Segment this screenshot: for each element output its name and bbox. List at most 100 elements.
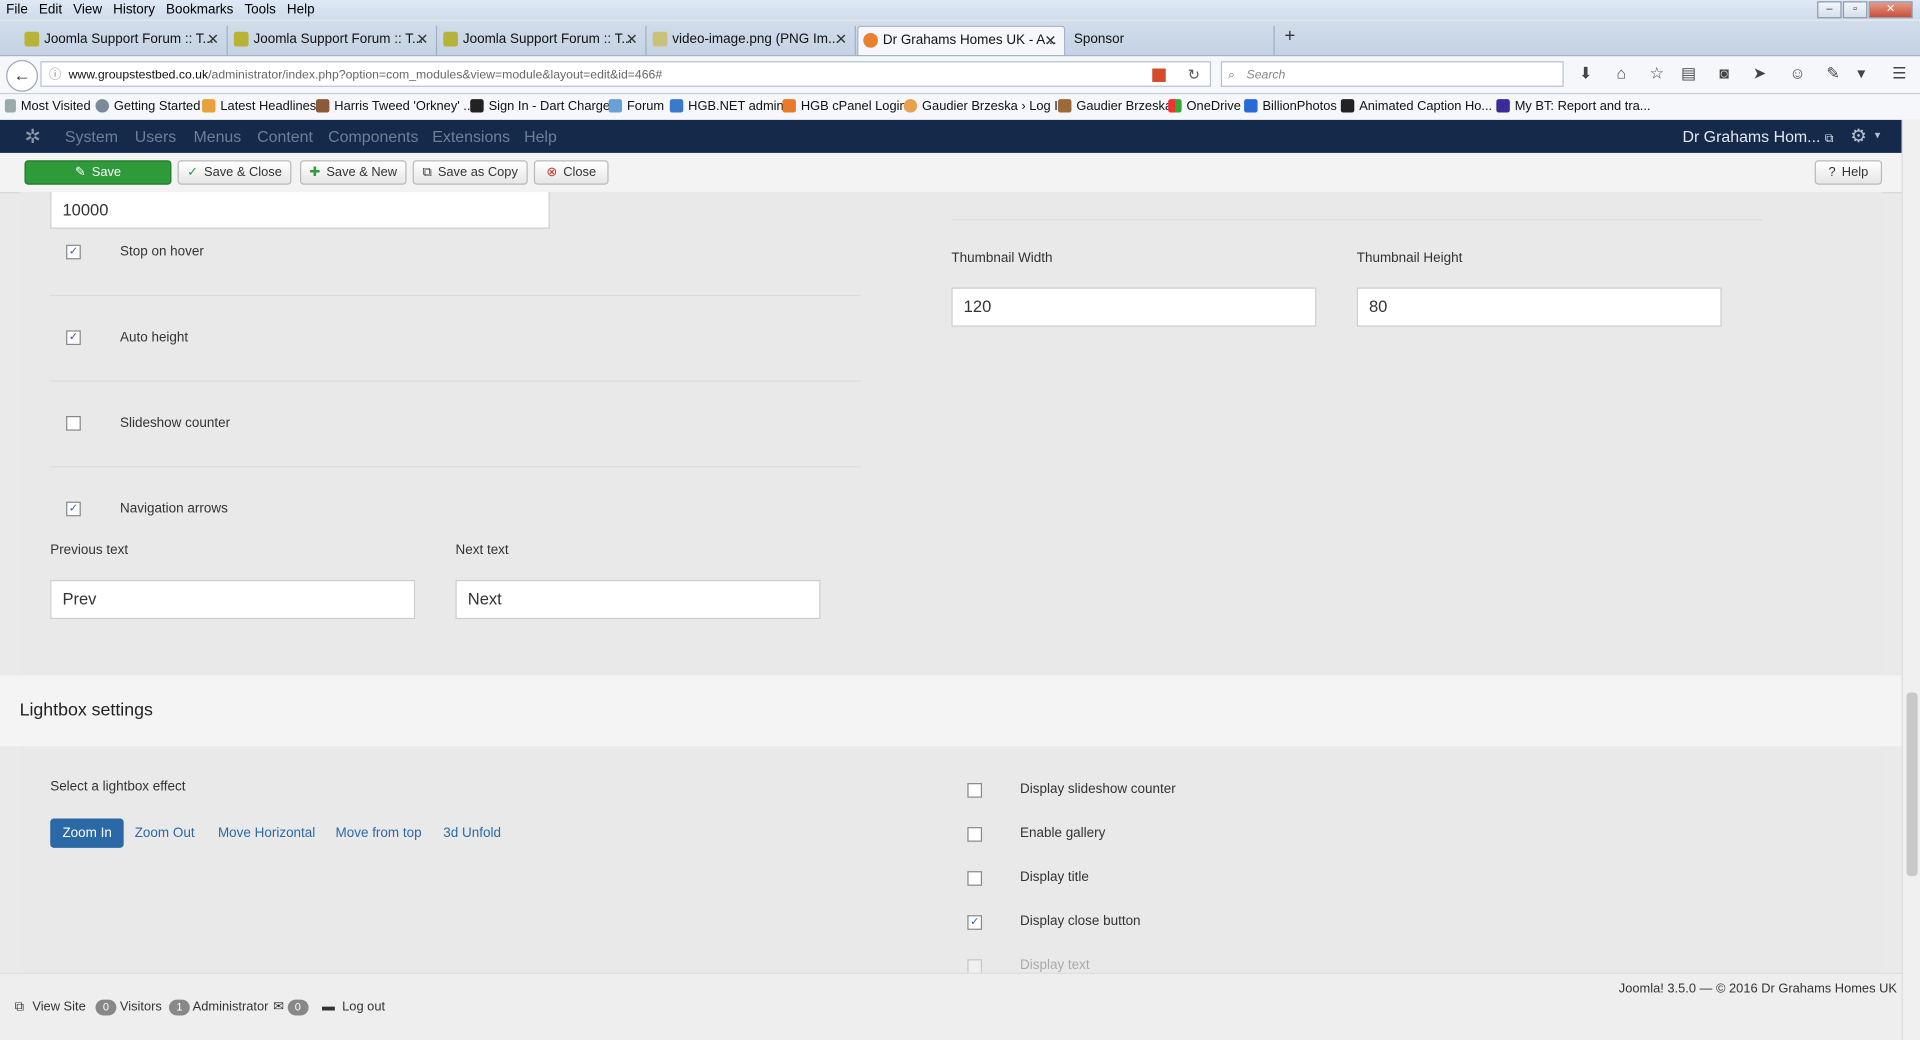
save-new-button[interactable]: ✚ Save & New — [300, 160, 407, 185]
bookmark-harris-tweed[interactable]: Harris Tweed 'Orkney' ... — [315, 99, 474, 114]
log-out-link[interactable]: ▬ Log out — [322, 1000, 385, 1015]
tab-sponsor[interactable]: Sponsor — [1067, 25, 1275, 56]
tab-joomla-forum-2[interactable]: Joomla Support Forum :: T... ✕ — [229, 25, 438, 56]
scrollbar-thumb[interactable] — [1906, 692, 1918, 877]
bookmark-hgb-cpanel[interactable]: HGB cPanel Login — [782, 99, 907, 114]
nav-help[interactable]: Help — [524, 127, 557, 145]
maximize-icon[interactable]: ▫ — [1842, 1, 1868, 19]
joomla-admin-header: ✲ System Users Menus Content Components … — [0, 119, 1902, 153]
download-icon[interactable]: ⬇ — [1575, 64, 1597, 84]
tab-dr-grahams-admin[interactable]: Dr Grahams Homes UK - A... ✕ — [857, 25, 1066, 56]
menu-view[interactable]: View — [73, 0, 102, 20]
nav-extensions[interactable]: Extensions — [432, 127, 510, 145]
tab-joomla-forum-1[interactable]: Joomla Support Forum :: T... ✕ — [20, 25, 228, 56]
menu-tools[interactable]: Tools — [244, 0, 275, 20]
joomla-logo-icon[interactable]: ✲ — [24, 125, 40, 149]
bookmark-onedrive[interactable]: OneDrive — [1168, 99, 1241, 114]
thumbnail-height-label: Thumbnail Height — [1356, 250, 1463, 266]
visitors-status: 0 Visitors — [95, 999, 162, 1016]
menu-history[interactable]: History — [113, 0, 155, 20]
new-tab-button[interactable]: + — [1285, 26, 1296, 47]
display-title-checkbox[interactable] — [967, 871, 983, 886]
chevron-down-icon[interactable]: ▾ — [1875, 128, 1881, 141]
chevron-down-icon[interactable]: ▾ — [1850, 64, 1872, 84]
bookmark-getting-started[interactable]: Getting Started — [95, 99, 200, 114]
bookmark-animated-caption[interactable]: Animated Caption Ho... — [1340, 99, 1492, 114]
page-scrollbar[interactable] — [1901, 119, 1920, 1040]
save-button[interactable]: ✎ Save — [24, 160, 172, 185]
bookmark-most-visited[interactable]: Most Visited — [4, 99, 91, 114]
bookmark-forum[interactable]: Forum — [608, 99, 664, 114]
site-icon — [1244, 99, 1258, 113]
interval-input[interactable]: 10000 — [50, 192, 550, 229]
effect-move-from-top-button[interactable]: Move from top — [336, 819, 422, 848]
enable-gallery-checkbox[interactable] — [967, 827, 983, 842]
extension-icon[interactable]: ✎ — [1822, 64, 1844, 84]
bookmark-latest-headlines[interactable]: Latest Headlines — [202, 99, 316, 114]
url-bar[interactable]: ⓘ www.groupstestbed.co.uk/administrator/… — [40, 61, 1212, 87]
nav-components[interactable]: Components — [328, 127, 418, 145]
nav-menus[interactable]: Menus — [193, 127, 241, 145]
auto-height-checkbox[interactable]: ✓ — [66, 330, 81, 346]
thumbnail-width-input[interactable]: 120 — [951, 287, 1317, 327]
gear-icon[interactable]: ⚙ — [1850, 125, 1866, 147]
chat-icon[interactable]: ☺ — [1787, 64, 1809, 82]
reload-icon[interactable]: ↻ — [1188, 62, 1200, 85]
messages-status[interactable]: ✉ 0 — [273, 999, 309, 1016]
tab-title: Sponsor — [1073, 31, 1125, 47]
reading-list-icon[interactable]: ▤ — [1678, 64, 1700, 84]
save-as-copy-button[interactable]: ⧉ Save as Copy — [412, 160, 528, 185]
display-slideshow-counter-checkbox[interactable] — [967, 783, 983, 798]
close-tab-icon[interactable]: ✕ — [416, 26, 428, 53]
close-tab-icon[interactable]: ✕ — [207, 26, 219, 53]
close-tab-icon[interactable]: ✕ — [1044, 27, 1056, 54]
next-text-input[interactable]: Next — [455, 579, 821, 620]
bookmark-hgb-admin[interactable]: HGB.NET admin — [669, 99, 784, 114]
tab-title: Joomla Support Forum :: T... — [44, 31, 214, 47]
bookmark-dart-charge[interactable]: Sign In - Dart Charge — [470, 99, 610, 114]
effect-move-horizontal-button[interactable]: Move Horizontal — [218, 819, 315, 848]
nav-users[interactable]: Users — [135, 127, 177, 145]
search-input[interactable]: ⌕ Search — [1220, 61, 1564, 87]
back-arrow-icon[interactable]: ← — [6, 59, 38, 92]
addon-icon[interactable] — [1152, 68, 1166, 82]
pocket-icon[interactable]: ◙ — [1713, 64, 1735, 82]
menu-bookmarks[interactable]: Bookmarks — [166, 0, 233, 20]
bookmark-billionphotos[interactable]: BillionPhotos — [1244, 99, 1337, 114]
close-button[interactable]: ⊗ Close — [533, 160, 609, 185]
menu-help[interactable]: Help — [287, 0, 315, 20]
hamburger-menu-icon[interactable]: ☰ — [1888, 64, 1910, 84]
site-title-link[interactable]: Dr Grahams Hom... ⧉ — [1682, 127, 1833, 145]
close-tab-icon[interactable]: ✕ — [626, 26, 638, 53]
home-icon[interactable]: ⌂ — [1610, 64, 1632, 82]
info-icon[interactable]: ⓘ — [49, 62, 61, 85]
effect-zoom-out-button[interactable]: Zoom Out — [135, 819, 195, 848]
minimize-icon[interactable]: – — [1817, 1, 1842, 19]
menu-edit[interactable]: Edit — [39, 0, 62, 20]
tab-video-image[interactable]: video-image.png (PNG Im... ✕ — [648, 25, 856, 56]
close-window-icon[interactable]: ✕ — [1868, 1, 1913, 19]
bookmark-gaudier-login[interactable]: Gaudier Brzeska › Log In — [903, 99, 1065, 114]
view-site-link[interactable]: ⧉ View Site — [15, 1000, 86, 1016]
stop-on-hover-checkbox[interactable]: ✓ — [66, 244, 81, 260]
send-icon[interactable]: ➤ — [1749, 64, 1771, 84]
previous-text-input[interactable]: Prev — [50, 579, 416, 620]
bookmark-gaudier[interactable]: Gaudier Brzeska — [1057, 99, 1172, 114]
nav-content[interactable]: Content — [257, 127, 313, 145]
save-close-button[interactable]: ✓ Save & Close — [177, 160, 292, 185]
close-tab-icon[interactable]: ✕ — [835, 26, 847, 53]
effect-zoom-in-button[interactable]: Zoom In — [50, 818, 125, 848]
bookmark-star-icon[interactable]: ☆ — [1646, 64, 1668, 84]
slideshow-counter-checkbox[interactable] — [66, 415, 81, 431]
display-close-button-checkbox[interactable]: ✓ — [967, 915, 983, 930]
thumbnail-height-input[interactable]: 80 — [1356, 287, 1722, 327]
menu-file[interactable]: File — [6, 0, 28, 20]
nav-system[interactable]: System — [65, 127, 118, 145]
site-icon — [608, 99, 623, 113]
help-button[interactable]: ? Help — [1814, 160, 1883, 185]
tab-joomla-forum-3[interactable]: Joomla Support Forum :: T... ✕ — [438, 25, 647, 56]
bookmark-my-bt[interactable]: My BT: Report and tra... — [1496, 99, 1650, 114]
navigation-arrows-checkbox[interactable]: ✓ — [66, 501, 81, 517]
effect-3d-unfold-button[interactable]: 3d Unfold — [443, 819, 501, 848]
site-icon — [470, 99, 484, 113]
